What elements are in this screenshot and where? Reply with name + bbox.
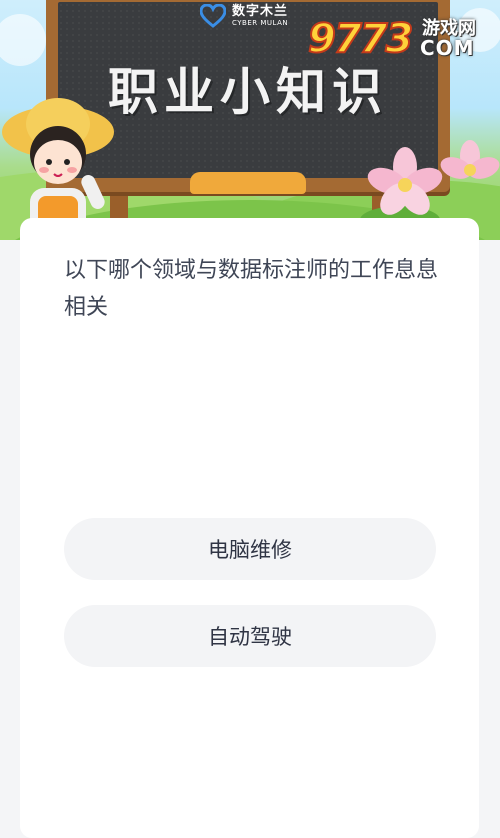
heart-logo-icon	[200, 4, 226, 28]
chalk-tray	[190, 172, 306, 194]
header-banner: 数字木兰 CYBER MULAN 职业小知识 9773 游戏网 COM	[0, 0, 500, 240]
watermark-digits: 9773	[307, 15, 414, 63]
question-card: 以下哪个领域与数据标注师的工作息息相关 电脑维修 自动驾驶	[20, 218, 479, 838]
watermark: 9773 游戏网 COM	[307, 12, 494, 66]
answer-option-1[interactable]: 电脑维修	[64, 518, 436, 580]
question-text: 以下哪个领域与数据标注师的工作息息相关	[64, 258, 439, 320]
brand-logo: 数字木兰 CYBER MULAN	[200, 4, 288, 28]
watermark-com: COM	[420, 36, 475, 60]
brand-name: 数字木兰	[232, 4, 289, 19]
brand-name-en: CYBER MULAN	[232, 19, 289, 27]
answer-option-2[interactable]: 自动驾驶	[64, 605, 436, 667]
